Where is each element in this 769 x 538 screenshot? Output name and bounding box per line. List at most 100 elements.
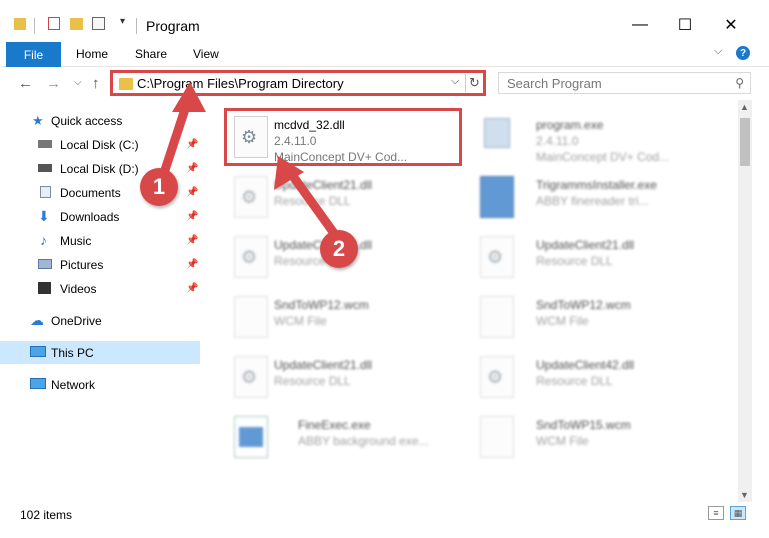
pin-icon[interactable]: 📌	[186, 187, 198, 198]
file-type: ABBY background exe...	[298, 434, 429, 448]
download-icon: ⬇	[38, 208, 50, 224]
step-badge-1: 1	[140, 168, 178, 206]
file-version: 2.4.11.0	[536, 134, 579, 148]
exe-file-icon	[234, 416, 268, 458]
pin-icon[interactable]: 📌	[186, 259, 198, 270]
sidebar-item-downloads[interactable]: ⬇ Downloads 📌	[0, 205, 200, 228]
pin-icon[interactable]: 📌	[186, 211, 198, 222]
cloud-icon: ☁	[30, 312, 44, 328]
file-item[interactable]: TrigrammsInstaller.exe ABBY finereader t…	[472, 168, 712, 226]
file-item-program[interactable]: program.exe 2.4.11.0 MainConcept DV+ Cod…	[472, 108, 712, 166]
quick-access-customize-icon[interactable]	[92, 17, 105, 30]
scroll-up-icon[interactable]: ▲	[740, 102, 749, 112]
sidebar-item-onedrive[interactable]: ☁ OneDrive	[0, 309, 200, 332]
file-name: SndToWP12.wcm	[536, 298, 631, 312]
search-input[interactable]: Search Program ⚲	[498, 72, 751, 94]
file-name: UpdateClient42.dll	[536, 358, 635, 372]
dll-file-icon: ⚙	[234, 356, 268, 398]
exe-file-icon	[480, 116, 514, 158]
pin-icon[interactable]: 📌	[186, 235, 198, 246]
help-icon[interactable]: ?	[736, 46, 750, 60]
search-placeholder: Search Program	[507, 76, 602, 91]
pictures-icon	[38, 259, 52, 269]
sidebar-item-videos[interactable]: Videos 📌	[0, 277, 200, 300]
scrollbar-thumb[interactable]	[740, 118, 750, 166]
close-button[interactable]: ✕	[716, 14, 746, 36]
sidebar-item-pictures[interactable]: Pictures 📌	[0, 253, 200, 276]
file-type: WCM File	[536, 314, 589, 328]
file-name: TrigrammsInstaller.exe	[536, 178, 657, 192]
up-button[interactable]: ↑	[92, 75, 100, 92]
recent-locations-button[interactable]: ⌵	[74, 77, 82, 88]
large-icons-view-icon[interactable]: ▦	[730, 506, 746, 520]
file-item[interactable]: ⚙ UpdateClient21.dll Resource DLL	[226, 168, 466, 226]
refresh-button[interactable]: ↻	[465, 74, 483, 92]
file-item[interactable]: ⚙ UpdateClient21.dll Resource DLL	[226, 348, 466, 406]
tab-share[interactable]: Share	[135, 47, 167, 61]
file-type: WCM File	[274, 314, 327, 328]
file-type: Resource DLL	[274, 194, 351, 208]
file-type: ABBY finereader tri...	[536, 194, 649, 208]
file-name: UpdateClient21.dll	[536, 238, 635, 252]
file-type: Resource DLL	[274, 374, 351, 388]
file-item[interactable]: FineExec.exe ABBY background exe...	[226, 408, 466, 466]
pin-icon[interactable]: 📌	[186, 139, 198, 150]
file-item[interactable]: SndToWP15.wcm WCM File	[472, 408, 712, 466]
dll-file-icon: ⚙	[234, 176, 268, 218]
file-type: Resource DLL	[536, 254, 613, 268]
pin-icon[interactable]: 📌	[186, 163, 198, 174]
ribbon-collapse-icon[interactable]: ⌵	[714, 45, 722, 58]
details-view-icon[interactable]: ≡	[708, 506, 724, 520]
sidebar-item-label: Network	[51, 377, 96, 392]
generic-file-icon	[480, 296, 514, 338]
sidebar-item-this-pc[interactable]: This PC	[0, 341, 200, 364]
tab-view[interactable]: View	[193, 47, 219, 61]
properties-icon[interactable]	[48, 17, 60, 30]
quick-access-separator	[34, 18, 35, 34]
file-description: MainConcept DV+ Cod...	[536, 150, 670, 164]
sidebar-item-label: Quick access	[51, 113, 123, 128]
folder-icon	[14, 18, 26, 30]
pin-icon[interactable]: 📌	[186, 283, 198, 294]
sidebar-item-local-disk-c[interactable]: Local Disk (C:) 📌	[0, 133, 200, 156]
vertical-scrollbar[interactable]: ▲ ▼	[738, 100, 752, 502]
file-highlight-box	[224, 108, 462, 166]
forward-button[interactable]: →	[46, 75, 61, 92]
file-name: program.exe	[536, 118, 604, 132]
sidebar-item-label: Music	[60, 233, 92, 248]
minimize-button[interactable]: —	[625, 14, 655, 36]
new-folder-icon[interactable]	[70, 18, 83, 30]
file-item[interactable]: ⚙ UpdateClient42.dll Resource DLL	[472, 348, 712, 406]
file-name: UpdateClient21.dll	[274, 358, 373, 372]
back-button[interactable]: ←	[18, 75, 33, 92]
dll-file-icon: ⚙	[234, 236, 268, 278]
ribbon: File Home Share View	[0, 40, 769, 67]
sidebar-item-network[interactable]: Network	[0, 373, 200, 396]
sidebar-item-quick-access[interactable]: ★ Quick access	[0, 109, 200, 132]
star-icon: ★	[32, 113, 44, 128]
file-name: SndToWP15.wcm	[536, 418, 631, 432]
address-dropdown-icon[interactable]: ⌵	[451, 75, 459, 88]
address-bar[interactable]: C:\Program Files\Program Directory ⌵ ↻	[110, 70, 486, 96]
sidebar-item-label: Downloads	[60, 209, 120, 224]
tab-home[interactable]: Home	[76, 47, 108, 61]
file-type: WCM File	[536, 434, 589, 448]
scroll-down-icon[interactable]: ▼	[740, 490, 749, 500]
computer-icon	[30, 346, 46, 357]
sidebar-item-label: Videos	[60, 281, 97, 296]
network-icon	[30, 378, 46, 389]
sidebar-item-label: Local Disk (D:)	[60, 161, 139, 176]
maximize-button[interactable]: ☐	[670, 14, 700, 36]
quick-access-dropdown-icon[interactable]: ▾	[120, 16, 125, 32]
file-item[interactable]: ⚙ UpdateClient21.dll Resource DLL	[472, 228, 712, 286]
tab-file[interactable]: File	[6, 42, 61, 67]
file-item[interactable]: SndToWP12.wcm WCM File	[226, 288, 466, 346]
title-separator	[136, 18, 137, 34]
file-item[interactable]: SndToWP12.wcm WCM File	[472, 288, 712, 346]
exe-file-icon	[480, 176, 514, 218]
address-path[interactable]: C:\Program Files\Program Directory	[137, 76, 344, 91]
file-name: UpdateClient21.dll	[274, 178, 373, 192]
item-count: 102 items	[20, 508, 73, 522]
sidebar-item-music[interactable]: ♪ Music 📌	[0, 229, 200, 252]
search-icon[interactable]: ⚲	[735, 76, 744, 90]
